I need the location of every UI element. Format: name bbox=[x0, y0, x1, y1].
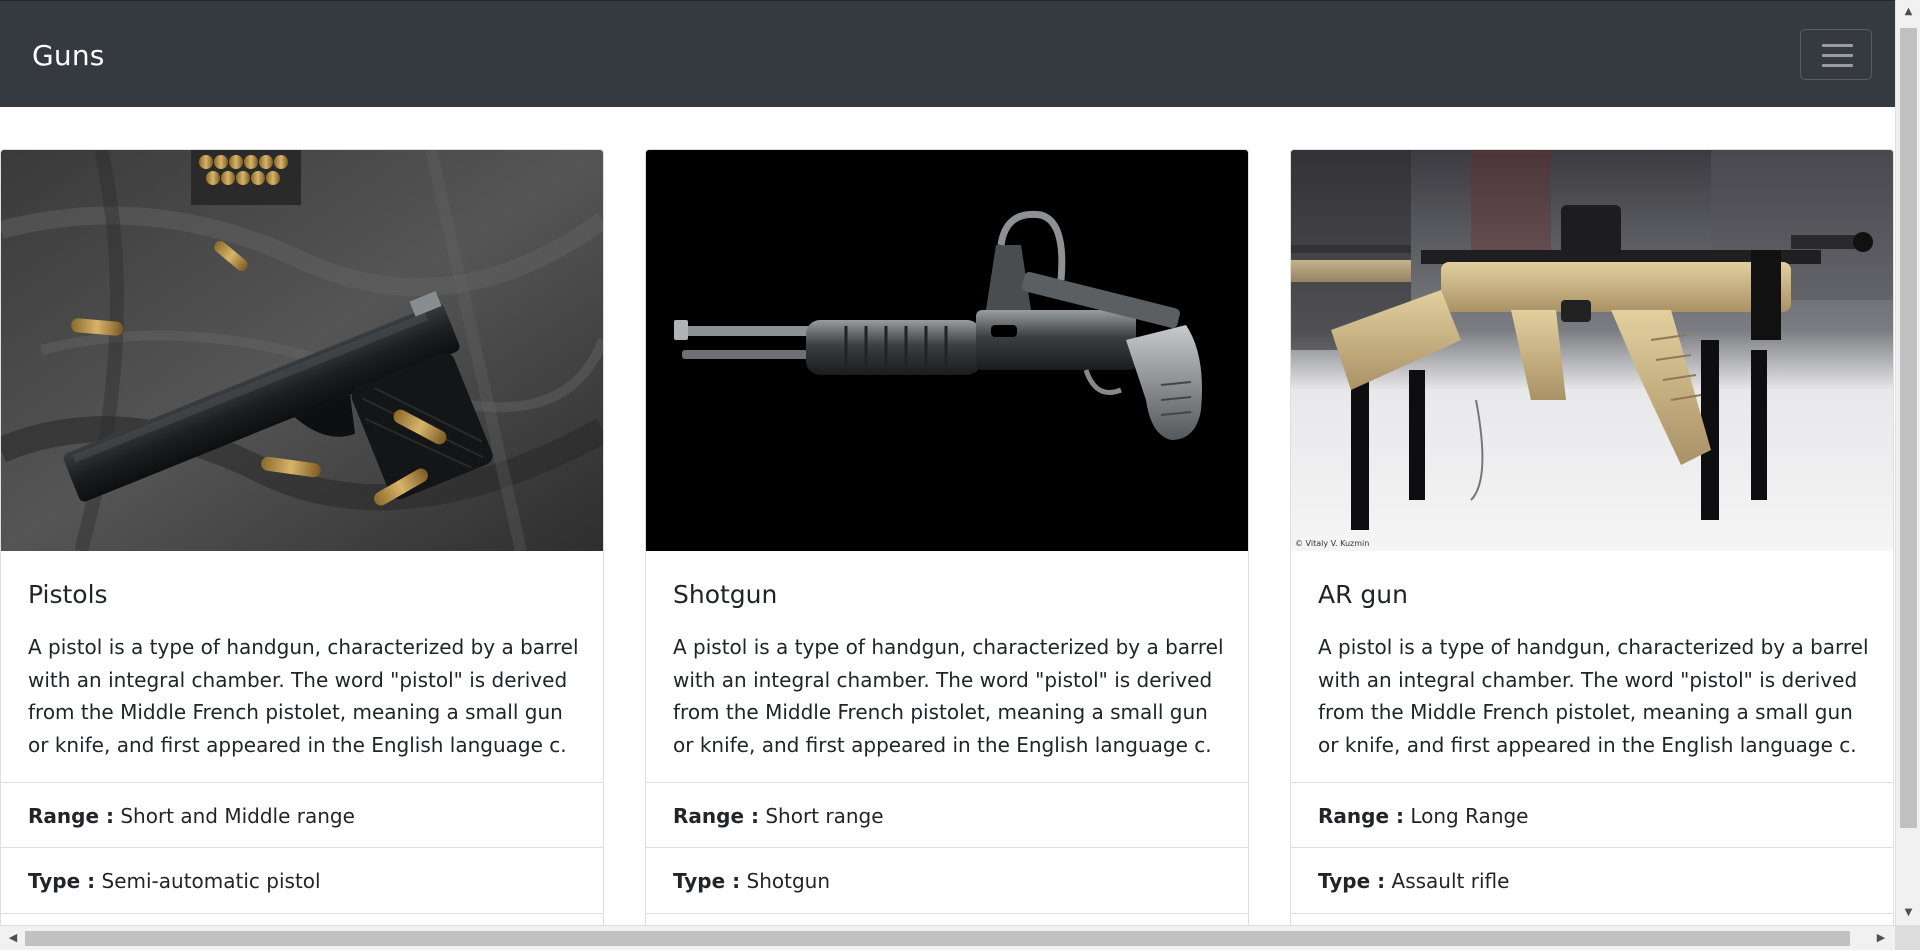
range-value: Short range bbox=[765, 804, 884, 828]
type-value: Semi-automatic pistol bbox=[101, 869, 321, 893]
card-shotgun: Shotgun A pistol is a type of handgun, c… bbox=[645, 149, 1249, 925]
card-text: A pistol is a type of handgun, character… bbox=[28, 635, 579, 757]
range-label: Range : bbox=[28, 804, 114, 828]
scroll-left-arrow-icon[interactable]: ◀ bbox=[2, 926, 24, 951]
list-item-partial bbox=[1291, 913, 1893, 925]
list-item-range: Range : Long Range bbox=[1291, 782, 1893, 848]
list-item-type: Type : Shotgun bbox=[646, 847, 1248, 913]
photo-credit: © Vitaly V. Kuzmin bbox=[1295, 539, 1369, 548]
card-text: A pistol is a type of handgun, character… bbox=[673, 635, 1224, 757]
type-label: Type : bbox=[673, 869, 741, 893]
horizontal-scrollbar[interactable]: ◀ ▶ bbox=[0, 925, 1895, 950]
scroll-right-arrow-icon[interactable]: ▶ bbox=[1870, 926, 1892, 951]
navbar-brand[interactable]: Guns bbox=[32, 39, 105, 73]
list-item-partial bbox=[1, 913, 603, 925]
list-item-partial bbox=[646, 913, 1248, 925]
pistol-photo bbox=[1, 150, 603, 551]
type-label: Type : bbox=[1318, 869, 1386, 893]
list-item-range: Range : Short and Middle range bbox=[1, 782, 603, 848]
card-title: AR gun bbox=[1318, 580, 1408, 609]
list-item-type: Type : Assault rifle bbox=[1291, 847, 1893, 913]
list-item-range: Range : Short range bbox=[646, 782, 1248, 848]
scrollbar-corner bbox=[1895, 925, 1920, 950]
card-title: Pistols bbox=[28, 580, 108, 609]
range-value: Short and Middle range bbox=[120, 804, 355, 828]
range-value: Long Range bbox=[1410, 804, 1529, 828]
card-pistols: Pistols A pistol is a type of handgun, c… bbox=[0, 149, 604, 925]
scroll-up-arrow-icon[interactable]: ▲ bbox=[1896, 2, 1920, 22]
card-text: A pistol is a type of handgun, character… bbox=[1318, 635, 1869, 757]
scroll-down-arrow-icon[interactable]: ▼ bbox=[1896, 903, 1920, 923]
type-value: Assault rifle bbox=[1391, 869, 1510, 893]
type-value: Shotgun bbox=[746, 869, 831, 893]
shotgun-photo bbox=[646, 150, 1248, 551]
navbar-toggler-button[interactable] bbox=[1800, 29, 1872, 80]
card-title: Shotgun bbox=[673, 580, 778, 609]
vertical-scrollbar[interactable]: ▲ ▼ bbox=[1895, 0, 1920, 925]
range-label: Range : bbox=[1318, 804, 1404, 828]
top-navbar: Guns bbox=[0, 0, 1895, 107]
list-item-type: Type : Semi-automatic pistol bbox=[1, 847, 603, 913]
vertical-scroll-thumb[interactable] bbox=[1900, 28, 1917, 828]
page-viewport: Guns Pistols A pistol is a type of handg… bbox=[0, 0, 1895, 925]
range-label: Range : bbox=[673, 804, 759, 828]
ar-gun-photo: © Vitaly V. Kuzmin bbox=[1291, 150, 1893, 551]
horizontal-scroll-thumb[interactable] bbox=[25, 931, 1850, 946]
card-ar-gun: © Vitaly V. Kuzmin AR gun A pistol is a … bbox=[1290, 149, 1894, 925]
type-label: Type : bbox=[28, 869, 96, 893]
